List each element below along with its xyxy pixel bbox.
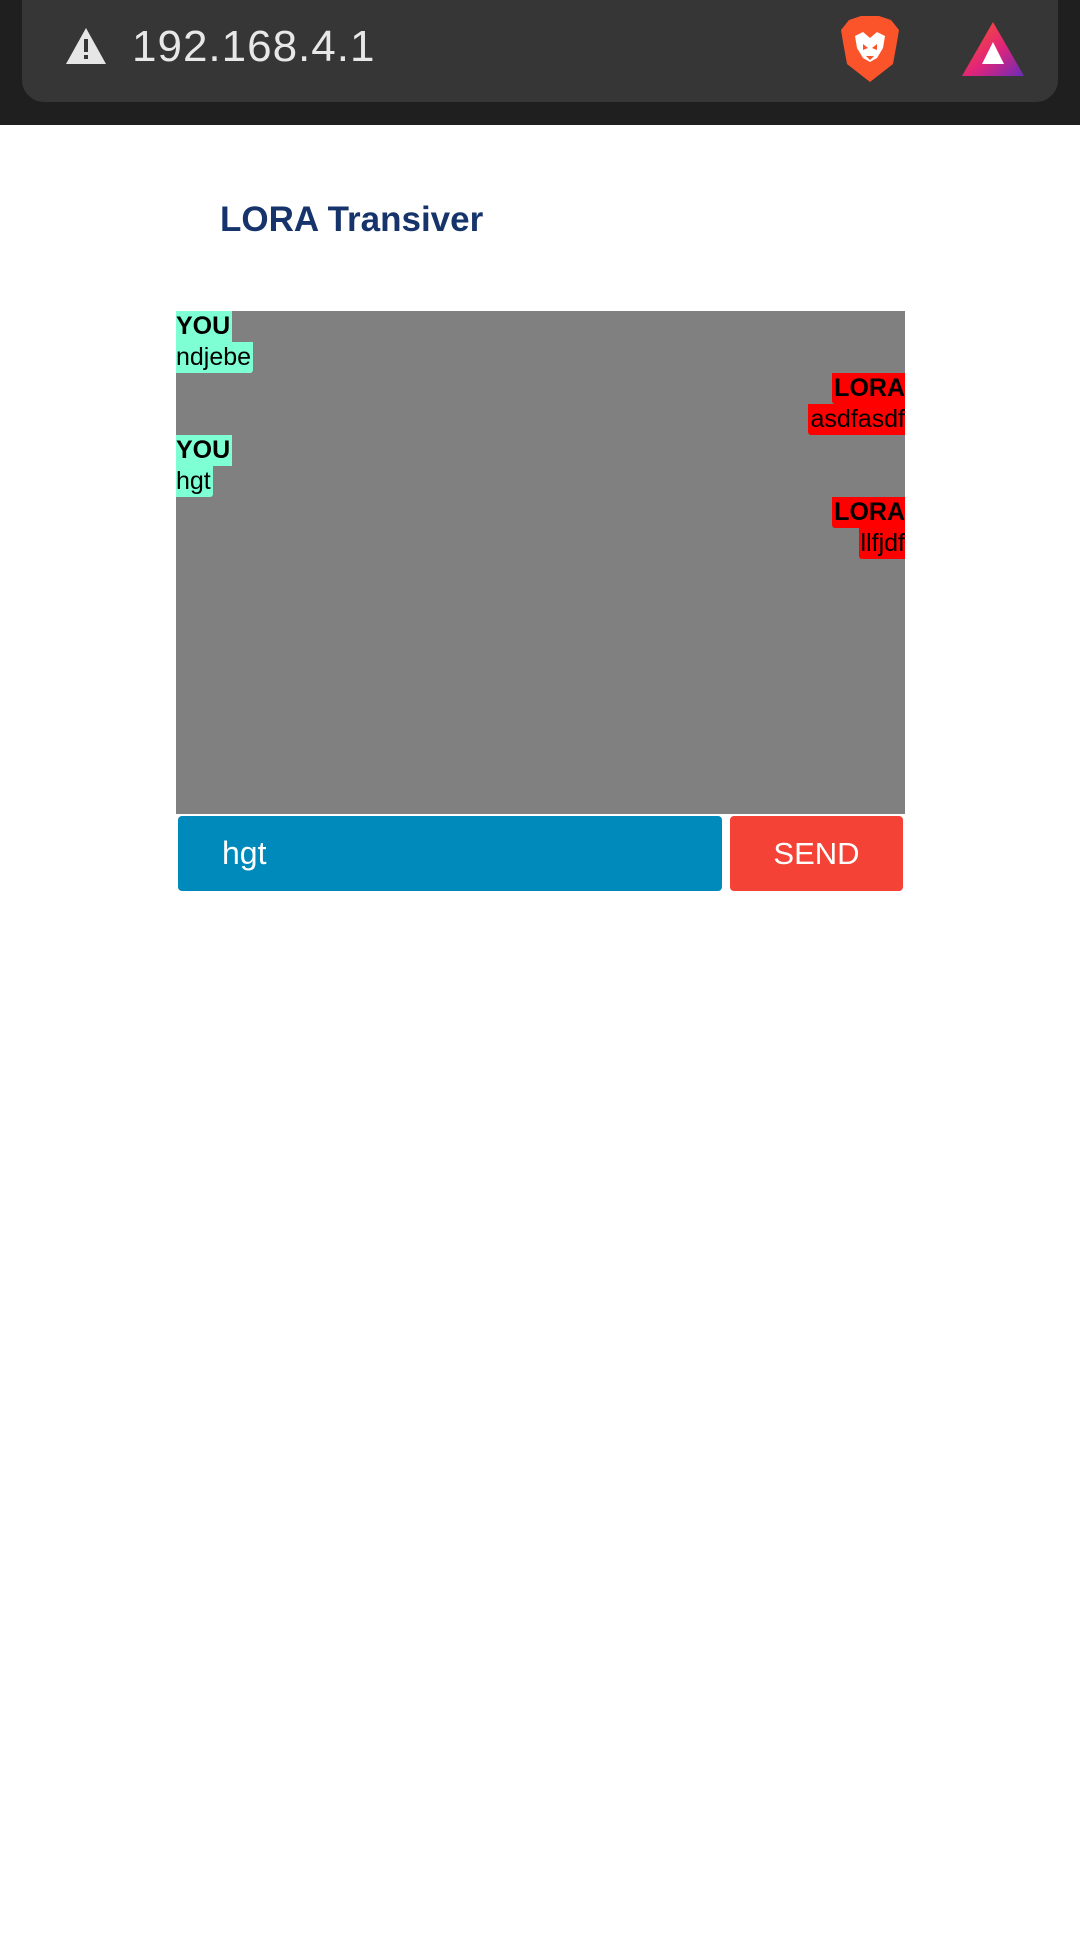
- brave-rewards-icon[interactable]: [960, 20, 1026, 78]
- chat-message-lora: LORA asdfasdf: [808, 373, 905, 435]
- message-text: llfjdf: [858, 528, 905, 559]
- page-title: LORA Transiver: [220, 200, 484, 239]
- url-text[interactable]: 192.168.4.1: [132, 22, 375, 72]
- chat-log[interactable]: YOU ndjebe LORA asdfasdf YOU hgt LORA ll…: [176, 311, 905, 814]
- brave-lion-icon[interactable]: [839, 14, 901, 84]
- message-sender: LORA: [832, 373, 905, 404]
- message-text: ndjebe: [176, 342, 254, 373]
- message-sender: LORA: [832, 497, 905, 528]
- warning-triangle-icon[interactable]: [64, 26, 108, 66]
- chat-message-you: YOU hgt: [176, 435, 233, 497]
- message-text: asdfasdf: [808, 404, 905, 435]
- chat-message-you: YOU ndjebe: [176, 311, 254, 373]
- chat-message-lora: LORA llfjdf: [832, 497, 905, 559]
- message-text: hgt: [176, 466, 213, 497]
- address-bar[interactable]: 192.168.4.1: [22, 0, 1058, 102]
- message-sender: YOU: [176, 311, 233, 342]
- browser-toolbar: 192.168.4.1: [0, 0, 1080, 125]
- message-sender: YOU: [176, 435, 233, 466]
- message-input[interactable]: [178, 816, 722, 891]
- send-button[interactable]: SEND: [730, 816, 903, 891]
